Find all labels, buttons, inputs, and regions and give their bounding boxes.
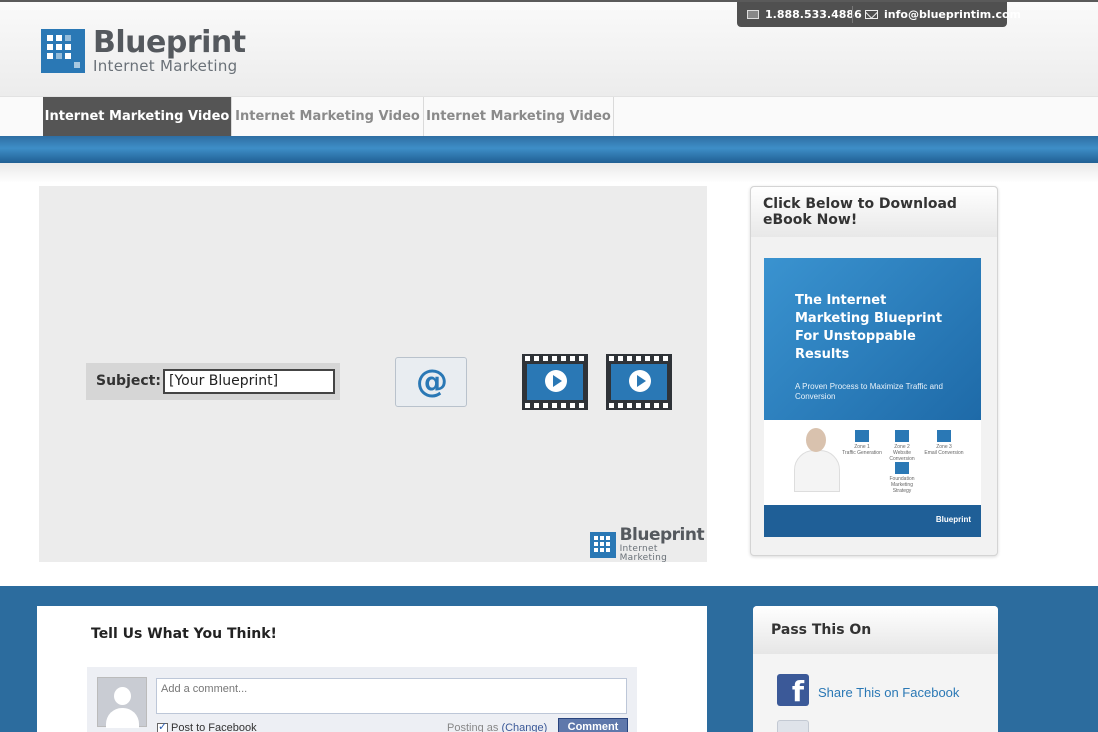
subject-line: Subject: [Your Blueprint]: [86, 363, 340, 400]
contact-divider: [852, 6, 853, 23]
ebook-cover-subtitle: A Proven Process to Maximize Traffic and…: [795, 382, 943, 401]
video-film-icon: [606, 354, 672, 410]
tab-video-1[interactable]: Internet Marketing Video 1: [43, 97, 232, 164]
logo-subtitle: Internet Marketing: [93, 57, 238, 75]
email-address: info@blueprintim.com: [884, 8, 1021, 21]
watermark-title: Blueprint: [619, 525, 705, 545]
post-to-facebook-checkbox[interactable]: [157, 720, 168, 732]
play-icon: [629, 370, 651, 392]
post-to-facebook-label: Post to Facebook: [171, 722, 257, 732]
video-watermark-logo: Blueprint Internet Marketing: [590, 527, 707, 563]
tab-video-2[interactable]: Internet Marketing Video 2: [232, 97, 424, 164]
at-sign: @: [416, 362, 448, 400]
subject-label: Subject:: [96, 373, 161, 389]
ebook-cover-logo: Blueprint: [935, 515, 971, 524]
comments-panel: Tell Us What You Think! Add a comment...…: [37, 606, 707, 732]
zone-item: Foundation Marketing Strategy: [882, 462, 922, 494]
site-header: Blueprint Internet Marketing 1.888.533.4…: [0, 0, 1098, 96]
logo-grid-icon: [590, 532, 616, 558]
comments-title: Tell Us What You Think!: [91, 626, 277, 642]
facebook-comments-widget: Add a comment... Post to Facebook Postin…: [87, 667, 637, 732]
contact-email[interactable]: info@blueprintim.com: [865, 8, 1021, 21]
header-band: [0, 136, 1098, 163]
main-nav: Internet Marketing Video 1 Internet Mark…: [0, 96, 1098, 164]
video-player[interactable]: Subject: [Your Blueprint] @ Blueprint In…: [39, 186, 707, 563]
share-title: Pass This On: [771, 622, 872, 638]
contact-bar: 1.888.533.4886 info@blueprintim.com: [737, 2, 1021, 27]
phone-number: 1.888.533.4886: [765, 8, 862, 21]
facebook-icon[interactable]: f: [777, 674, 809, 706]
site-logo[interactable]: Blueprint Internet Marketing: [41, 28, 246, 74]
ebook-download-box: Click Below to Download eBook Now! The I…: [750, 186, 998, 556]
ebook-cover-link[interactable]: The Internet Marketing Blueprint For Uns…: [764, 258, 981, 537]
person-image: [794, 428, 840, 492]
email-envelope-icon: @: [395, 357, 467, 407]
logo-title: Blueprint: [93, 25, 246, 60]
share-on-facebook-link[interactable]: Share This on Facebook: [818, 685, 959, 700]
video-film-icon: [522, 354, 588, 410]
logo-grid-icon: [41, 29, 85, 73]
change-account-link[interactable]: (Change): [501, 722, 547, 732]
mail-icon: [865, 10, 878, 19]
share-box: Pass This On f Share This on Facebook: [753, 606, 998, 732]
contact-phone[interactable]: 1.888.533.4886: [747, 8, 862, 21]
posting-as: Posting as (Change): [447, 722, 548, 732]
ebook-heading: Click Below to Download eBook Now!: [763, 196, 957, 228]
tab-video-3[interactable]: Internet Marketing Video 3: [424, 97, 614, 164]
comment-button[interactable]: Comment: [558, 718, 628, 732]
comment-input[interactable]: Add a comment...: [156, 678, 627, 714]
play-icon: [545, 370, 567, 392]
zone-item: Zone 2 Website Conversion: [882, 430, 922, 462]
ebook-cover-title: The Internet Marketing Blueprint For Uns…: [795, 293, 943, 362]
zone-item: Zone 3 Email Conversion: [924, 430, 964, 456]
band-shadow: [0, 163, 1098, 183]
zone-item: Zone 1 Traffic Generation: [842, 430, 882, 456]
linkedin-icon[interactable]: [777, 720, 809, 732]
watermark-subtitle: Internet Marketing: [619, 544, 668, 563]
subject-field: [Your Blueprint]: [163, 369, 335, 394]
phone-icon: [747, 10, 759, 19]
avatar: [97, 677, 147, 728]
post-to-facebook-option[interactable]: Post to Facebook: [157, 720, 257, 732]
ebook-cover-footer: Blueprint: [764, 505, 981, 537]
